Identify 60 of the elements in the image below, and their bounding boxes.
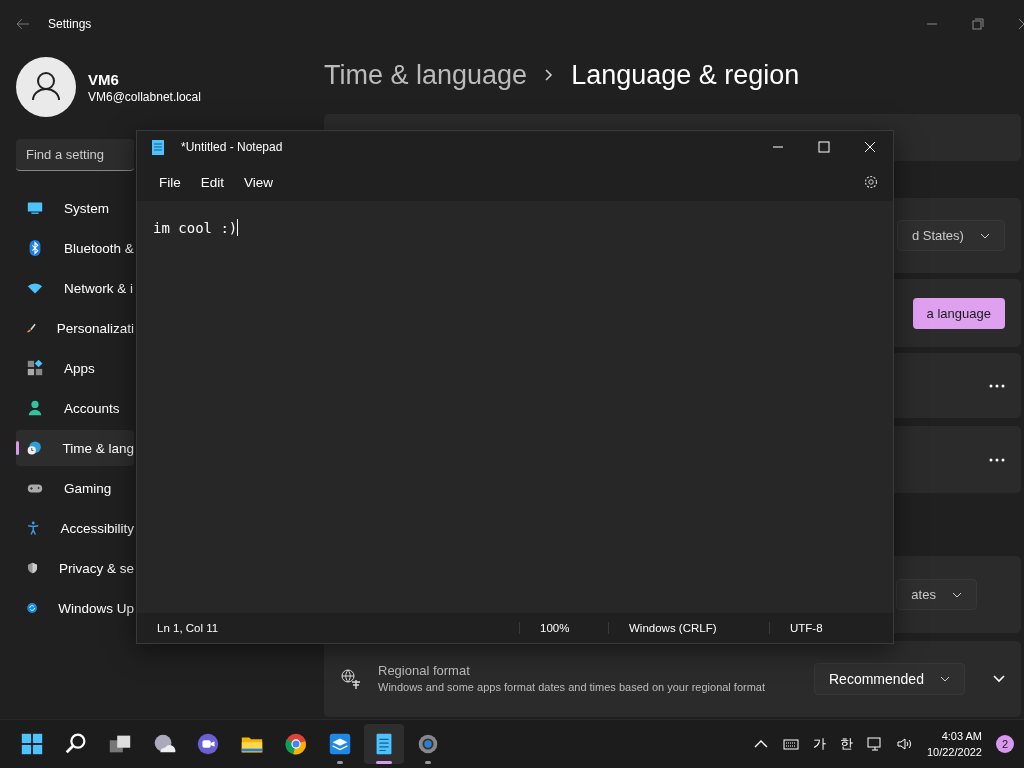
video-chat-icon [195, 731, 221, 757]
menu-item[interactable]: View [236, 170, 282, 194]
sidebar-item[interactable]: Windows Up [16, 590, 134, 626]
sidebar-item[interactable]: Gaming [16, 470, 134, 506]
search-field[interactable]: Find a setting [16, 139, 134, 171]
browser-icon [283, 731, 309, 757]
apps-icon [26, 359, 44, 377]
notification-badge[interactable]: 2 [996, 735, 1014, 753]
person-icon [26, 399, 44, 417]
user-name: VM6 [88, 70, 120, 88]
sidebar-item[interactable]: Apps [16, 350, 134, 386]
taskbar-button[interactable] [364, 724, 404, 764]
status-text: Ln 1, Col 11 [156, 622, 220, 634]
breadcrumb-link[interactable]: Time & language [324, 59, 528, 91]
start-icon [19, 731, 45, 757]
sidebar-item[interactable]: Accessibility [16, 510, 134, 546]
sidebar-item[interactable]: Time & lang [16, 430, 134, 466]
box-app-icon [327, 731, 353, 757]
sidebar-item[interactable]: System [16, 190, 134, 226]
menu-item[interactable]: Edit [192, 170, 233, 194]
clock-time[interactable]: 4:03 AM [926, 728, 982, 744]
more-icon[interactable] [988, 383, 1005, 388]
dropdown[interactable]: ates [896, 579, 977, 610]
status-text: 100% [519, 622, 608, 634]
sidebar-item[interactable]: Network & i [16, 270, 134, 306]
expand-chevron-icon[interactable] [992, 675, 1005, 683]
input-method-indicator[interactable]: 한 [839, 735, 853, 753]
keyboard-icon[interactable] [782, 737, 799, 751]
clock-date[interactable]: 10/22/2022 [926, 744, 982, 760]
setting-title: Regional format [378, 663, 471, 678]
language-icon [340, 668, 362, 690]
input-method-indicator[interactable]: 가 [812, 735, 826, 753]
accessibility-icon [26, 519, 41, 537]
chevron-down-icon [951, 591, 962, 598]
editor-text[interactable]: im cool :) [153, 220, 238, 236]
network-icon[interactable] [866, 737, 883, 751]
sidebar-item[interactable]: Accounts [16, 390, 134, 426]
sidebar-item[interactable]: Privacy & se [16, 550, 134, 586]
window-title: Settings [48, 17, 92, 31]
more-icon[interactable] [988, 457, 1005, 462]
sidebar-item[interactable]: Bluetooth & [16, 230, 134, 266]
chevron-down-icon [979, 232, 990, 239]
volume-icon[interactable] [896, 737, 913, 751]
settings-icon[interactable] [863, 174, 879, 190]
setting-description: Windows and some apps format dates and times based on your regional format [378, 680, 767, 695]
chevron-down-icon [939, 676, 950, 682]
status-text: Windows (CRLF) [608, 622, 769, 634]
back-arrow-icon[interactable] [16, 18, 30, 30]
page-title: Language & region [571, 59, 800, 91]
add-language-button[interactable]: a language [912, 297, 1005, 329]
menu-item[interactable]: File [151, 170, 189, 194]
dropdown[interactable]: Recommended [814, 663, 965, 695]
sidebar-item[interactable]: Personalizati [16, 310, 134, 346]
globe-clock-icon [26, 439, 43, 457]
avatar [16, 57, 76, 117]
user-email: VM6@collabnet.local [88, 89, 201, 104]
notepad-icon [151, 139, 165, 155]
window-title: *Untitled - Notepad [181, 140, 283, 154]
dropdown[interactable]: d States) [896, 220, 1005, 251]
status-text: UTF-8 [769, 622, 843, 634]
